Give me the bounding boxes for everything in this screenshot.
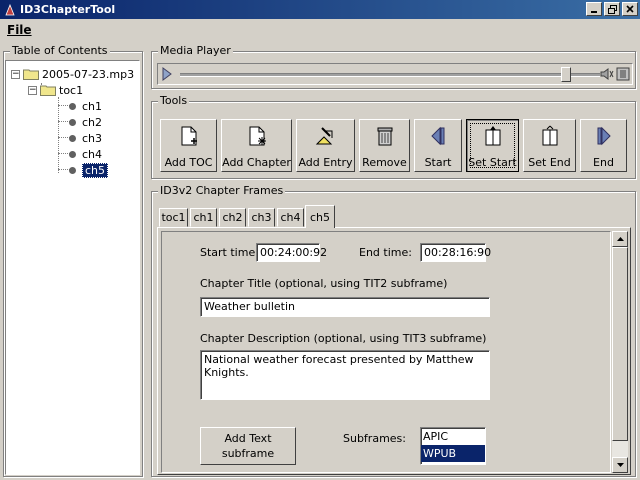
add-toc-button[interactable]: Add TOC [160,119,217,172]
chapter-label: ch3 [82,131,103,145]
tab-ch3[interactable]: ch3 [248,208,275,227]
collapse-icon[interactable]: − [28,85,37,95]
app-icon [3,3,17,17]
menu-file[interactable]: File [5,23,34,37]
scroll-down-button[interactable] [612,457,628,473]
media-player-bar [157,63,633,85]
restore-button[interactable] [604,2,620,16]
window-title: ID3ChapterTool [20,3,116,16]
start-time-field[interactable]: 00:24:00:92 [256,243,327,262]
add-chapter-button[interactable]: Add Chapter [221,119,292,172]
start-button[interactable]: Start [414,119,462,172]
minimize-button[interactable] [586,2,602,16]
film-icon[interactable] [616,67,630,81]
set-start-icon [485,126,500,146]
chapter-label-selected: ch5 [82,162,109,178]
skip-end-icon [597,126,611,146]
trash-icon [377,127,392,146]
chapter-dot-icon [69,134,76,142]
add-text-subframe-button[interactable]: Add Text subframe [200,427,296,465]
add-entry-button[interactable]: Add Entry [296,119,355,172]
arrow-down-icon [616,463,624,467]
chapter-label: ch1 [82,99,103,113]
title-bar: ID3ChapterTool [0,0,640,19]
chapter-description-label: Chapter Description (optional, using TIT… [200,332,487,345]
toc-tree[interactable]: − 2005-07-23.mp3 − toc1 ch1 ch2 ch3 ch4 … [5,60,140,475]
tree-root[interactable]: − 2005-07-23.mp3 [11,66,134,82]
add-entry-icon [315,127,332,145]
tab-toc1[interactable]: toc1 [159,208,188,227]
chapter-title-field[interactable]: Weather bulletin [200,297,490,317]
chapter-dot-icon [69,118,76,126]
folder-icon [23,69,39,80]
tree-chapter-3[interactable]: ch3 [69,130,102,146]
set-end-button[interactable]: Set End [523,119,576,172]
tab-ch4[interactable]: ch4 [277,208,304,227]
chapter-title-label: Chapter Title (optional, using TIT2 subf… [200,277,448,290]
seek-track[interactable] [180,73,600,77]
scroll-up-button[interactable] [612,231,628,247]
chapter-description-field[interactable]: National weather forecast presented by M… [200,350,490,400]
toc-group-label: Table of Contents [10,44,110,57]
end-button[interactable]: End [580,119,627,172]
volume-icon[interactable] [600,67,614,81]
tab-ch5[interactable]: ch5 [305,205,335,228]
root-file-label: 2005-07-23.mp3 [42,67,135,81]
folder-icon [40,85,56,96]
window-controls [584,2,638,16]
subframes-list[interactable]: APIC WPUB [420,427,486,465]
collapse-icon[interactable]: − [11,69,20,79]
chapter-frames-label: ID3v2 Chapter Frames [158,184,286,197]
form-scrollbar[interactable] [612,231,628,473]
set-start-button[interactable]: Set Start [466,119,519,172]
skip-start-icon [431,126,445,146]
tab-ch1[interactable]: ch1 [190,208,217,227]
scroll-thumb[interactable] [612,247,628,441]
add-chapter-icon [249,126,266,146]
tree-chapter-5[interactable]: ch5 [69,162,109,178]
close-button[interactable] [622,2,638,16]
subframe-item-apic[interactable]: APIC [421,428,485,445]
subframe-item-wpub[interactable]: WPUB [421,445,485,462]
play-icon[interactable] [161,67,173,81]
add-toc-icon [181,126,197,146]
chapter-dot-icon [69,166,76,174]
tree-chapter-1[interactable]: ch1 [69,98,102,114]
subframes-label: Subframes: [343,432,406,445]
menu-bar: File [0,19,640,40]
toc-node-label: toc1 [59,83,84,97]
tools-label: Tools [158,94,190,107]
tab-ch2[interactable]: ch2 [219,208,246,227]
chapter-dot-icon [69,150,76,158]
end-time-label: End time: [359,246,412,259]
tree-chapter-2[interactable]: ch2 [69,114,102,130]
chapter-label: ch4 [82,147,103,161]
chapter-dot-icon [69,102,76,110]
arrow-up-icon [616,237,624,241]
seek-thumb[interactable] [561,67,572,82]
end-time-field[interactable]: 00:28:16:90 [420,243,491,262]
chapter-label: ch2 [82,115,103,129]
media-player-label: Media Player [158,44,233,57]
set-end-icon [542,125,557,146]
start-time-label: Start time: [200,246,259,259]
remove-button[interactable]: Remove [359,119,410,172]
tree-chapter-4[interactable]: ch4 [69,146,102,162]
tree-toc-node[interactable]: − toc1 [28,82,83,98]
